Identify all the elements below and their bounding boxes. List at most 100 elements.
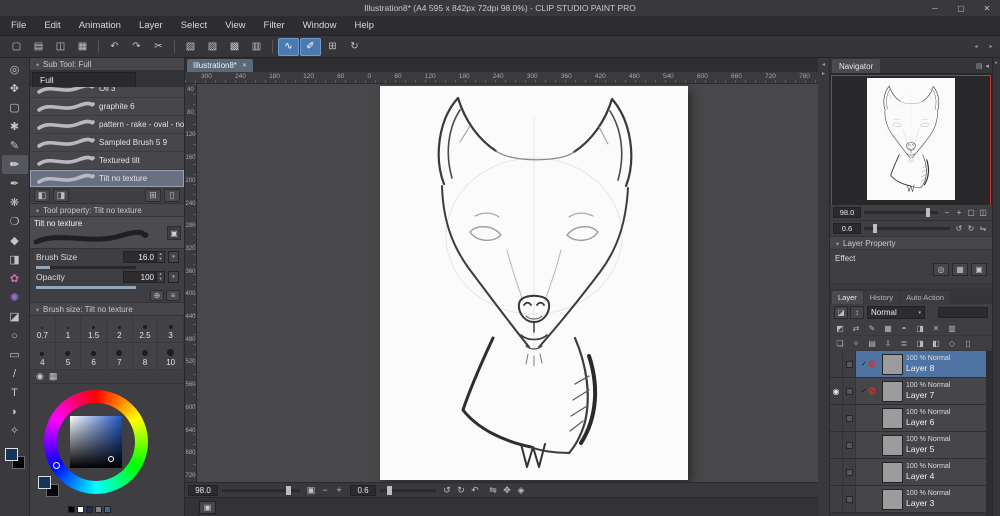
zoom-in-button[interactable]: +: [332, 484, 346, 496]
new-raster-layer-button[interactable]: ❏: [833, 337, 847, 349]
menu-filter[interactable]: Filter: [255, 20, 294, 31]
menu-file[interactable]: File: [2, 20, 35, 31]
layer-thumbnail[interactable]: [882, 434, 903, 456]
subtool-item[interactable]: pattern - rake - oval - no texture: [30, 116, 184, 134]
property-value[interactable]: 100: [123, 271, 157, 283]
brush-size-preset[interactable]: 7: [106, 343, 133, 370]
menu-edit[interactable]: Edit: [35, 20, 69, 31]
color-wheel-tab-icon[interactable]: ◉: [36, 371, 44, 382]
ruler-tool[interactable]: /: [2, 364, 28, 383]
invert-selection-button[interactable]: ▩: [224, 38, 245, 56]
layer-checkbox[interactable]: [843, 405, 856, 431]
layer-row-content[interactable]: 100 % Normal Layer 8: [856, 351, 992, 377]
brush-size-preset[interactable]: 5: [55, 343, 82, 370]
layer-visibility-toggle[interactable]: [830, 405, 843, 431]
show-as-list-button[interactable]: ◧: [34, 189, 50, 202]
tab-history[interactable]: History: [863, 291, 900, 304]
tab-layer[interactable]: Layer: [832, 291, 863, 304]
layer-row-content[interactable]: 100 % Normal Layer 3: [856, 486, 992, 512]
color-history-swatch[interactable]: [77, 506, 84, 513]
brush-size-preset[interactable]: 4: [30, 343, 56, 370]
apply-mask-button[interactable]: ◧: [929, 337, 943, 349]
subtool-item[interactable]: graphite 6: [30, 98, 184, 116]
main-color-chip[interactable]: [38, 476, 51, 489]
nav-zoom-in-button[interactable]: +: [953, 207, 965, 219]
brush-size-preset[interactable]: 2.5: [132, 316, 159, 343]
zoom-slider[interactable]: [222, 485, 300, 495]
transfer-down-button[interactable]: ⇩: [881, 337, 895, 349]
navigator-preview[interactable]: [830, 73, 992, 205]
color-set-tab-icon[interactable]: ▦: [49, 371, 58, 382]
flip-view-button[interactable]: ⇋: [486, 484, 500, 496]
layer-thumbnail[interactable]: [882, 488, 903, 510]
layer-row[interactable]: 100 % Normal Layer 8: [830, 351, 992, 378]
subtool-item[interactable]: Oil 3: [30, 87, 184, 98]
document-tab[interactable]: Illustration8*: [187, 59, 254, 72]
panel-collapse-icon[interactable]: ◂: [985, 62, 989, 70]
flip-layer-button[interactable]: ⇄: [849, 322, 863, 334]
rotate-right-button[interactable]: ↻: [454, 484, 468, 496]
brush-size-preset[interactable]: 2: [106, 316, 133, 343]
close-button[interactable]: ✕: [974, 0, 1000, 16]
separator[interactable]: [268, 38, 277, 56]
navigator-tab[interactable]: Navigator: [832, 59, 881, 73]
layer-visibility-toggle[interactable]: [830, 351, 843, 377]
menu-view[interactable]: View: [216, 20, 254, 31]
layer-visibility-toggle[interactable]: [830, 432, 843, 458]
color-history-swatch[interactable]: [95, 506, 102, 513]
snap-to-ruler-button[interactable]: ∿: [278, 37, 299, 56]
deselect-button[interactable]: ▨: [202, 38, 223, 56]
layer-checkbox[interactable]: [843, 351, 856, 377]
text-tool[interactable]: T: [2, 383, 28, 402]
nav-actual-size-button[interactable]: ◫: [977, 207, 989, 219]
zoom-tool[interactable]: ◎: [2, 60, 28, 79]
subtool-item[interactable]: Tilt no texture: [30, 170, 184, 188]
rotate-left-button[interactable]: ↺: [440, 484, 454, 496]
layer-row-content[interactable]: 100 % Normal Layer 4: [856, 459, 992, 485]
rotation-slider[interactable]: [380, 485, 436, 495]
create-mask-button[interactable]: ◨: [913, 337, 927, 349]
gradient-tool[interactable]: ◨: [2, 250, 28, 269]
select-rectangle-button[interactable]: ▧: [180, 38, 201, 56]
tool-color-chips[interactable]: [4, 448, 26, 472]
brush-tool[interactable]: ✒: [2, 174, 28, 193]
lock-transparent-pixels-button[interactable]: ◓: [897, 322, 911, 334]
brush-size-preset[interactable]: 6: [81, 343, 107, 370]
property-slider[interactable]: [36, 266, 136, 269]
open-file-button[interactable]: ▤: [28, 38, 49, 56]
color-history-swatch[interactable]: [104, 506, 111, 513]
rotation-value[interactable]: 0.6: [350, 484, 376, 496]
draft-layer-button[interactable]: ✎: [865, 322, 879, 334]
enable-mask-button[interactable]: ◨: [913, 322, 927, 334]
zoom-value[interactable]: 98.0: [188, 484, 218, 496]
print-button[interactable]: ▦: [72, 38, 93, 56]
edge-collapse-icon[interactable]: ▸: [995, 60, 998, 66]
menu-animation[interactable]: Animation: [70, 20, 130, 31]
tone-effect-button[interactable]: ▦: [952, 263, 968, 276]
blend-mode-select[interactable]: Normal: [867, 306, 925, 319]
menu-select[interactable]: Select: [172, 20, 216, 31]
layer-row[interactable]: 100 % Normal Layer 7: [830, 378, 992, 405]
delete-layer-button[interactable]: ▯: [961, 337, 975, 349]
pencil-tool[interactable]: ✏: [1, 155, 28, 174]
rotate-view-button[interactable]: ↻: [344, 38, 365, 56]
nav-zoom-value[interactable]: 98.0: [833, 207, 861, 218]
separator[interactable]: [170, 38, 179, 56]
nav-rotation-slider[interactable]: [864, 224, 950, 233]
new-folder-button[interactable]: ▤: [865, 337, 879, 349]
spinner-arrows-icon[interactable]: [157, 251, 165, 263]
collapse-left-icon[interactable]: ◂: [822, 61, 825, 68]
minimize-button[interactable]: ─: [922, 0, 948, 16]
eyedropper-tool[interactable]: ✧: [2, 421, 28, 440]
hue-marker-icon[interactable]: [53, 462, 60, 469]
brush-size-preset[interactable]: 0.7: [30, 316, 56, 343]
separator[interactable]: [94, 38, 103, 56]
ruler-range-button[interactable]: ▥: [945, 322, 959, 334]
layer-visibility-toggle[interactable]: [830, 378, 843, 404]
pan-view-button[interactable]: ✥: [500, 484, 514, 496]
chevron-down-icon[interactable]: [168, 271, 179, 283]
grid-button[interactable]: ⊞: [322, 38, 343, 56]
eraser-tool[interactable]: ◪: [2, 307, 28, 326]
show-as-tile-button[interactable]: ◨: [53, 189, 69, 202]
maximize-button[interactable]: ▢: [948, 0, 974, 16]
